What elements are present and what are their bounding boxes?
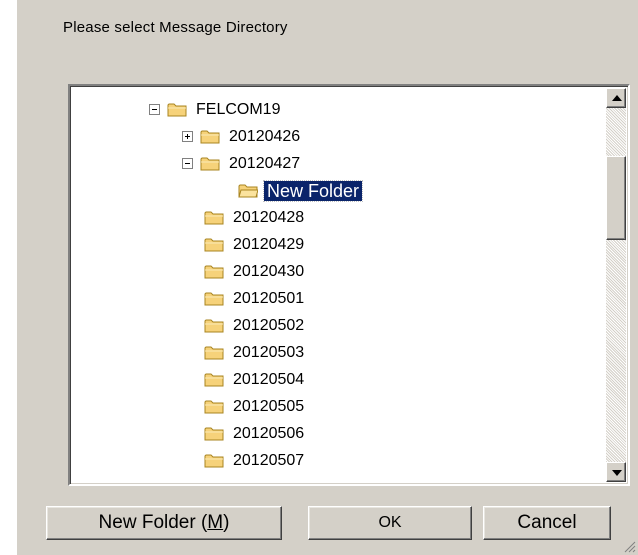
tree-node-20120430[interactable]: 20120430 — [204, 258, 307, 285]
folder-icon — [167, 102, 187, 117]
tree-node-label: 20120501 — [233, 289, 305, 307]
tree-node-label: 20120502 — [233, 316, 305, 334]
prompt-label: Please select Message Directory — [63, 19, 288, 36]
cancel-button-label: Cancel — [517, 512, 577, 533]
folder-icon — [204, 318, 224, 333]
tree-node-label: 20120506 — [233, 424, 305, 442]
directory-tree[interactable]: FELCOM19 20120426 20120427 New Folder 20… — [68, 84, 630, 486]
tree-node-label: 20120505 — [233, 397, 305, 415]
tree-node-label: 20120507 — [233, 451, 305, 469]
tree-node-20120427[interactable]: 20120427 — [182, 150, 303, 177]
ok-button[interactable]: OK — [308, 506, 472, 540]
vertical-scrollbar[interactable] — [606, 88, 626, 482]
new-folder-button-suffix: ) — [223, 512, 230, 533]
new-folder-button[interactable]: New Folder (M) — [46, 506, 282, 540]
minus-box-icon[interactable] — [149, 104, 160, 115]
folder-icon — [204, 210, 224, 225]
tree-node-20120429[interactable]: 20120429 — [204, 231, 307, 258]
tree-node-20120505[interactable]: 20120505 — [204, 393, 307, 420]
scroll-down-button[interactable] — [606, 462, 626, 482]
tree-node-felcom19[interactable]: FELCOM19 — [149, 96, 283, 123]
tree-node-20120504[interactable]: 20120504 — [204, 366, 307, 393]
cancel-button[interactable]: Cancel — [483, 506, 611, 540]
tree-node-20120506[interactable]: 20120506 — [204, 420, 307, 447]
ok-button-label: OK — [378, 514, 402, 531]
scrollbar-thumb[interactable] — [606, 156, 626, 240]
folder-icon — [204, 372, 224, 387]
tree-viewport: FELCOM19 20120426 20120427 New Folder 20… — [72, 88, 608, 484]
tree-node-20120501[interactable]: 20120501 — [204, 285, 307, 312]
folder-icon — [238, 183, 258, 198]
tree-node-label: 20120503 — [233, 343, 305, 361]
tree-node-label: 20120427 — [229, 154, 301, 172]
resize-grip-icon[interactable] — [622, 539, 636, 553]
triangle-down-icon — [612, 470, 622, 476]
tree-node-label: 20120504 — [233, 370, 305, 388]
tree-node-label: 20120426 — [229, 127, 301, 145]
minus-box-icon[interactable] — [182, 158, 193, 169]
scroll-up-button[interactable] — [606, 88, 626, 108]
tree-node-20120507[interactable]: 20120507 — [204, 447, 307, 474]
new-folder-button-text: New Folder ( — [98, 512, 208, 533]
plus-box-icon[interactable] — [182, 131, 193, 142]
folder-icon — [204, 264, 224, 279]
tree-node-label: FELCOM19 — [196, 100, 281, 118]
tree-node-20120426[interactable]: 20120426 — [182, 123, 303, 150]
message-directory-dialog: Please select Message Directory FELCOM19… — [17, 0, 638, 555]
tree-node-new-folder[interactable]: New Folder — [238, 177, 364, 204]
tree-node-label: 20120429 — [233, 235, 305, 253]
tree-node-20120502[interactable]: 20120502 — [204, 312, 307, 339]
folder-icon — [204, 291, 224, 306]
tree-node-label: 20120430 — [233, 262, 305, 280]
tree-node-20120503[interactable]: 20120503 — [204, 339, 307, 366]
tree-node-20120428[interactable]: 20120428 — [204, 204, 307, 231]
tree-node-label: 20120428 — [233, 208, 305, 226]
new-folder-mnemonic: M — [207, 512, 224, 533]
folder-icon — [200, 156, 220, 171]
folder-icon — [204, 345, 224, 360]
triangle-up-icon — [612, 95, 622, 101]
tree-node-label-selected[interactable]: New Folder — [262, 179, 364, 202]
folder-icon — [204, 453, 224, 468]
folder-icon — [204, 426, 224, 441]
folder-icon — [204, 237, 224, 252]
folder-icon — [204, 399, 224, 414]
folder-icon — [200, 129, 220, 144]
